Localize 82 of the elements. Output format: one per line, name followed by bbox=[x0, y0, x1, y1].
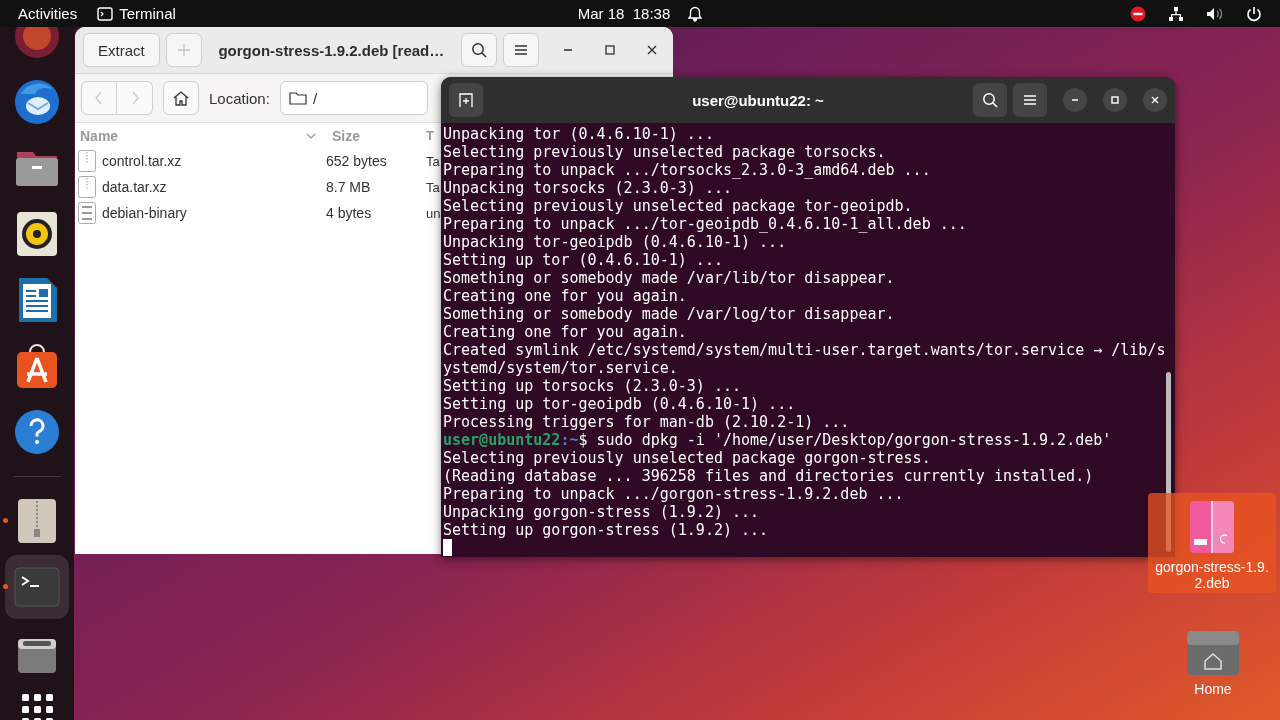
file-size: 8.7 MB bbox=[326, 179, 371, 195]
binary-file-icon bbox=[78, 202, 96, 224]
power-icon[interactable] bbox=[1246, 5, 1262, 22]
search-button[interactable] bbox=[461, 33, 497, 67]
file-type: un bbox=[426, 205, 441, 221]
help-icon[interactable] bbox=[13, 408, 61, 456]
folder-icon bbox=[288, 91, 307, 105]
file-name: debian-binary bbox=[102, 205, 187, 221]
file-type: Ta bbox=[426, 153, 440, 169]
terminal-line: Selecting previously unselected package gorgon-stress. bbox=[443, 449, 932, 467]
file-name: data.tar.xz bbox=[102, 179, 167, 195]
location-field[interactable]: / bbox=[279, 81, 428, 115]
menu-icon bbox=[514, 44, 528, 56]
maximize-icon bbox=[604, 44, 616, 56]
desktop-icon[interactable]: gorgon-stress-1.9.2.deb bbox=[1148, 493, 1276, 593]
terminal-line: Created symlink /etc/systemd/system/multi-user.target.wants/tor.service → /lib/s bbox=[443, 341, 1167, 359]
file-size: 4 bytes bbox=[326, 205, 372, 221]
chevron-left-icon bbox=[95, 91, 103, 105]
desktop-icon[interactable]: Home bbox=[1149, 621, 1277, 699]
terminal-line: Setting up tor-geoipdb (0.4.6.10-1) ... bbox=[443, 395, 797, 413]
terminal-line: Selecting previously unselected package torsocks. bbox=[443, 143, 887, 161]
new-tab-button[interactable] bbox=[449, 83, 483, 117]
terminal-line: Creating one for you again. bbox=[443, 287, 688, 305]
terminal-line: Something or somebody made /var/log/tor disappear. bbox=[443, 305, 896, 323]
bird-mail-icon[interactable] bbox=[13, 78, 61, 126]
terminal-line: ystemd/system/tor.service. bbox=[443, 359, 679, 377]
terminal-line: Unpacking tor-geoipdb (0.4.6.10-1) ... bbox=[443, 233, 788, 251]
minimize-button[interactable] bbox=[1063, 88, 1087, 112]
terminal-line: Preparing to unpack .../tor-geoipdb_0.4.6.10-1_all.deb ... bbox=[443, 215, 968, 233]
network-icon[interactable] bbox=[1168, 5, 1184, 22]
zipped-file-icon bbox=[78, 150, 96, 172]
close-icon bbox=[646, 44, 658, 56]
package-icon bbox=[1188, 499, 1236, 555]
close-icon bbox=[1149, 94, 1161, 106]
plus-icon bbox=[176, 43, 191, 57]
close-button[interactable] bbox=[1143, 88, 1167, 112]
terminal-line: Something or somebody made /var/lib/tor disappear. bbox=[443, 269, 896, 287]
search-button[interactable] bbox=[973, 83, 1007, 117]
text-cursor bbox=[443, 539, 452, 556]
window-title: gorgon-stress-1.9.2.deb [read… bbox=[217, 41, 446, 59]
clock[interactable]: Mar 18 18:38 bbox=[577, 5, 671, 22]
file-type: Ta bbox=[426, 179, 440, 195]
prompt-path: :~ bbox=[560, 431, 579, 449]
terminal-line: Creating one for you again. bbox=[443, 323, 688, 341]
terminal-line: Setting up torsocks (2.3.0-3) ... bbox=[443, 377, 742, 395]
zipped-file-icon bbox=[78, 176, 96, 198]
terminal-line: Preparing to unpack .../torsocks_2.3.0-3_amd64.deb ... bbox=[443, 161, 932, 179]
search-icon bbox=[982, 92, 998, 108]
chevron-right-icon bbox=[130, 91, 139, 105]
terminal-line: Unpacking gorgon-stress (1.9.2) ... bbox=[443, 503, 761, 521]
maximize-icon bbox=[1109, 94, 1121, 106]
minimize-icon bbox=[563, 49, 573, 51]
menu-button[interactable] bbox=[503, 33, 539, 67]
new-tab-icon bbox=[458, 92, 474, 108]
app-grid-icon[interactable] bbox=[20, 693, 54, 720]
minimize-icon bbox=[1070, 99, 1080, 101]
command-text: $ sudo dpkg -i '/home/user/Desktop/gorgon-stress-1.9.2.deb' bbox=[578, 431, 1112, 449]
terminal-icon bbox=[97, 6, 114, 21]
terminal-line: Selecting previously unselected package tor-geoipdb. bbox=[443, 197, 914, 215]
prompt-user: user@ubuntu22 bbox=[443, 431, 561, 449]
extract-button[interactable]: Extract bbox=[83, 33, 160, 67]
search-icon bbox=[471, 42, 487, 58]
terminal-line: Setting up tor (0.4.6.10-1) ... bbox=[443, 251, 724, 269]
maximize-button[interactable] bbox=[1103, 88, 1127, 112]
bell-icon bbox=[688, 5, 703, 22]
file-name: control.tar.xz bbox=[102, 153, 182, 169]
app-menu[interactable]: Terminal bbox=[97, 5, 176, 22]
home-icon bbox=[173, 90, 189, 106]
terminal-line: Preparing to unpack .../gorgon-stress-1.9.2.deb ... bbox=[443, 485, 905, 503]
menu-button[interactable] bbox=[1013, 83, 1047, 117]
home-button[interactable] bbox=[163, 81, 199, 115]
terminal-line: Unpacking tor (0.4.6.10-1) ... bbox=[443, 125, 715, 143]
location-label: Location: bbox=[209, 89, 270, 107]
file-size: 652 bytes bbox=[326, 153, 387, 169]
terminal-line: Unpacking torsocks (2.3.0-3) ... bbox=[443, 179, 733, 197]
terminal-line: Setting up gorgon-stress (1.9.2) ... bbox=[443, 521, 770, 539]
terminal-line: Processing triggers for man-db (2.10.2-1) ... bbox=[443, 413, 851, 431]
no-entry-icon[interactable] bbox=[1130, 5, 1146, 22]
activities-button[interactable]: Activities bbox=[18, 5, 78, 22]
terminal-line: (Reading database ... 396258 files and directories currently installed.) bbox=[443, 467, 1095, 485]
window-title: user@ubuntu22: ~ bbox=[691, 91, 825, 109]
menu-icon bbox=[1023, 94, 1037, 106]
